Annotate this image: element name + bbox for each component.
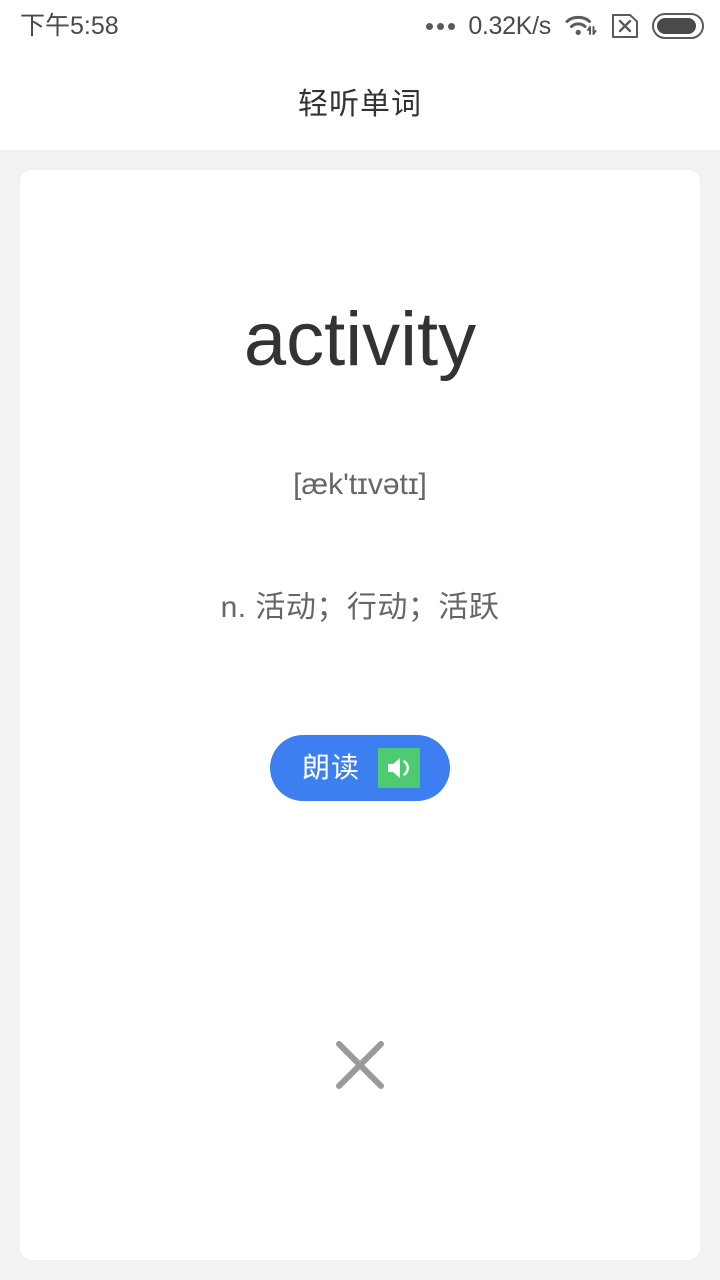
word-card: activity [æk'tɪvətɪ] n. 活动；行动；活跃 朗读 — [20, 170, 700, 1260]
network-speed-text: 0.32K/s — [468, 11, 551, 40]
word-phonetic: [æk'tɪvətɪ] — [293, 468, 427, 501]
close-button-row — [20, 1036, 700, 1094]
word-headword: activity — [243, 297, 477, 382]
status-bar-icons: 0.32K/s — [426, 12, 704, 40]
word-definition: n. 活动；行动；活跃 — [220, 591, 500, 624]
speak-aloud-button[interactable]: 朗读 — [269, 735, 450, 801]
wifi-icon — [564, 12, 598, 40]
close-x-icon[interactable] — [331, 1036, 389, 1094]
sim-card-x-icon — [611, 12, 639, 40]
page-body: activity [æk'tɪvətɪ] n. 活动；行动；活跃 朗读 — [0, 150, 720, 1280]
page-title: 轻听单词 — [298, 88, 422, 121]
speak-button-label: 朗读 — [301, 752, 360, 783]
more-dots-icon — [426, 22, 456, 30]
speak-button-row: 朗读 — [20, 735, 700, 801]
status-bar: 下午5:58 0.32K/s — [0, 0, 720, 52]
speaker-icon — [378, 748, 420, 788]
app-header: 轻听单词 — [0, 52, 720, 150]
status-bar-time: 下午5:58 — [20, 11, 119, 40]
battery-icon — [652, 13, 704, 39]
